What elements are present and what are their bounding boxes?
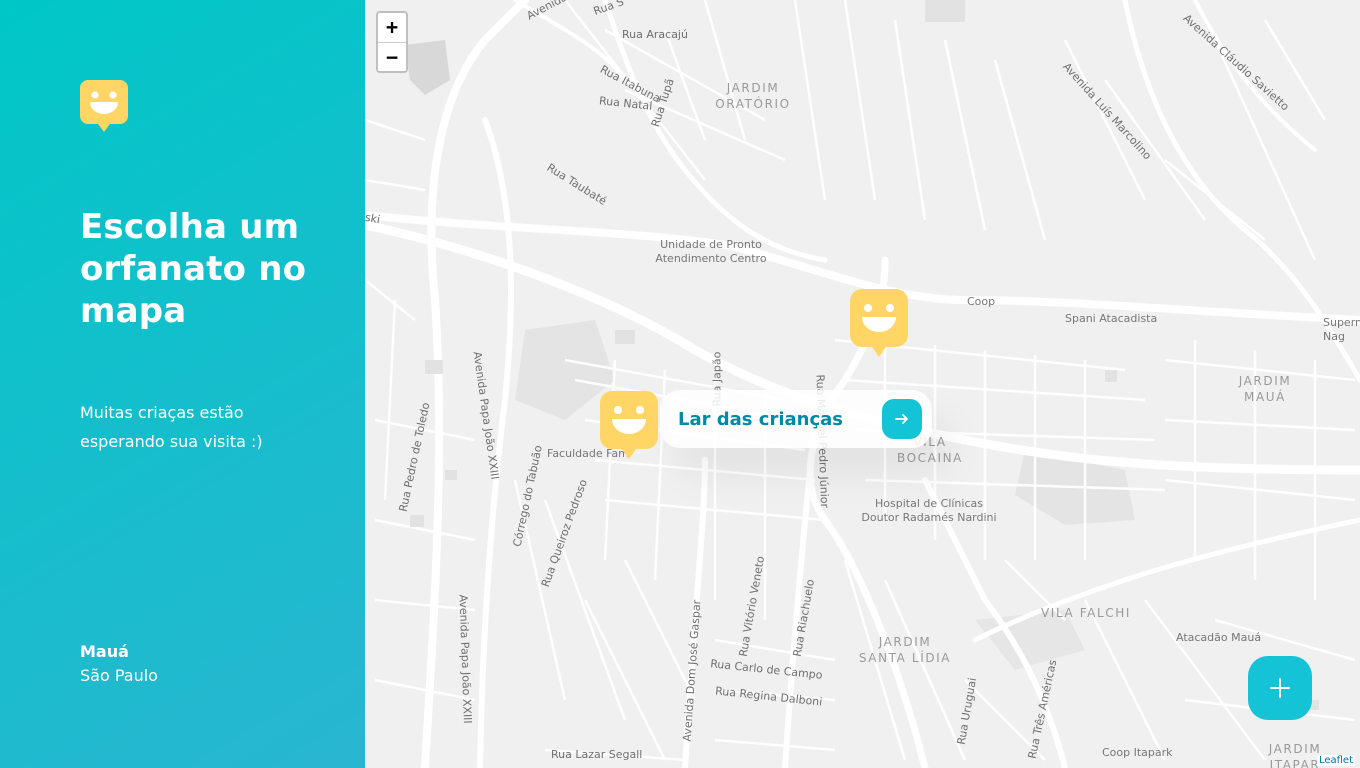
poi-label: Coop Itapark: [1102, 746, 1173, 759]
page-title: Escolha um orfanato no mapa: [80, 207, 307, 331]
zoom-out-button[interactable]: −: [378, 42, 406, 71]
page-subtitle: Muitas criaças estão esperando sua visit…: [80, 403, 263, 451]
district-label: JARDIM SANTA LÍDIA: [858, 635, 952, 665]
district-label: JARDIM ORATÓRIO: [715, 81, 791, 111]
poi-label: Supern Nag: [1323, 316, 1360, 343]
zoom-in-button[interactable]: +: [378, 13, 406, 42]
create-orphanage-button[interactable]: [1248, 656, 1312, 720]
map-label: ski: [365, 210, 382, 227]
popup-title: Lar das crianças: [678, 408, 843, 430]
map-label: Rua Lazar Segall: [551, 748, 643, 761]
poi-label: Atacadão Mauá: [1176, 631, 1262, 644]
map[interactable]: Avenida Rua S Rua Aracajú Rua Itabuna Ru…: [365, 0, 1360, 768]
poi-label: Unidade de Pronto Atendimento Centro: [655, 238, 767, 265]
plus-icon: [1270, 678, 1290, 698]
poi-label: Hospital de Clínicas Doutor Radamés Nard…: [861, 497, 997, 524]
city-name: Mauá: [80, 642, 129, 661]
orphanage-popup: Lar das crianças: [660, 390, 932, 448]
map-label: Rua Aracajú: [622, 28, 688, 41]
smiley-pin-icon[interactable]: [600, 391, 658, 459]
poi-label: Coop: [967, 295, 996, 308]
state-name: São Paulo: [80, 666, 158, 685]
brand-logo-icon: [80, 80, 128, 132]
district-label: VILA FALCHI: [1041, 606, 1131, 620]
location-info: Mauá São Paulo: [80, 640, 158, 688]
popup-details-button[interactable]: [882, 399, 922, 439]
district-label: JARDIM MAUÁ: [1238, 374, 1292, 404]
poi-label: Spani Atacadista: [1065, 312, 1158, 325]
arrow-right-icon: [895, 414, 908, 424]
smiley-pin-icon[interactable]: [850, 289, 908, 357]
zoom-control: + −: [376, 11, 408, 73]
leaflet-attribution-link[interactable]: Leaflet: [1316, 755, 1355, 766]
sidebar: Escolha um orfanato no mapa Muitas criaç…: [0, 0, 365, 768]
